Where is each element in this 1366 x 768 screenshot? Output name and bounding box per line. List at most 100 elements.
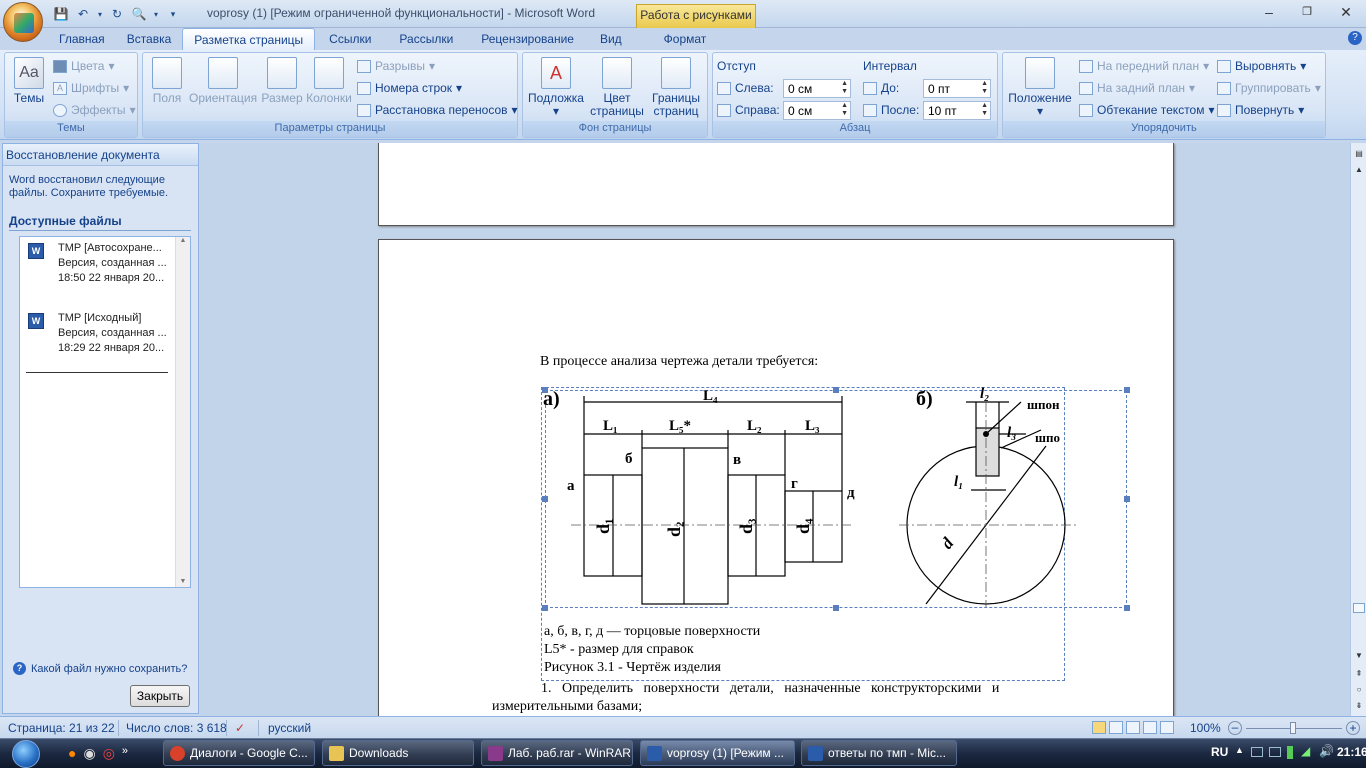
spin-arrows-icon[interactable]: ▲ ▼: [981, 80, 988, 96]
spacing-before-input[interactable]: 0 пт ▲ ▼: [923, 79, 991, 98]
resize-handle[interactable]: [1124, 496, 1130, 502]
office-button[interactable]: [3, 2, 43, 42]
breaks-button[interactable]: Разрывы ▾: [357, 59, 435, 73]
indent-left-input[interactable]: 0 см ▲ ▼: [783, 79, 851, 98]
select-browse-object-icon[interactable]: ○: [1352, 683, 1366, 697]
spin-arrows-icon[interactable]: ▲ ▼: [981, 102, 988, 118]
ruler-toggle-icon[interactable]: ▤: [1352, 147, 1366, 161]
display-icon[interactable]: [1269, 747, 1281, 757]
page-borders-button[interactable]: Границы страниц: [647, 57, 705, 118]
clock[interactable]: 21:16: [1337, 745, 1366, 759]
zoom-out-icon[interactable]: –: [1228, 721, 1242, 735]
resize-handle[interactable]: [833, 387, 839, 393]
zoom-in-icon[interactable]: +: [1346, 721, 1360, 735]
taskbar-item-chrome[interactable]: Диалоги - Google C...: [163, 740, 315, 766]
more-icon[interactable]: »: [122, 745, 128, 762]
tab-format[interactable]: Формат: [634, 28, 737, 50]
align-button[interactable]: Выровнять ▾: [1217, 59, 1306, 73]
scroll-down-icon[interactable]: ▼: [1352, 649, 1366, 663]
taskbar-item-word-otvety[interactable]: ответы по тмп - Mic...: [801, 740, 957, 766]
app-icon[interactable]: ◉: [83, 745, 95, 762]
line-numbers-button[interactable]: Номера строк ▾: [357, 81, 462, 95]
resize-handle[interactable]: [542, 605, 548, 611]
web-layout-view-icon[interactable]: [1126, 721, 1140, 734]
resize-handle[interactable]: [1124, 387, 1130, 393]
firefox-icon[interactable]: ●: [68, 745, 76, 762]
position-button[interactable]: Положение ▾: [1007, 57, 1073, 118]
close-pane-button[interactable]: Закрыть: [130, 685, 190, 707]
fonts-button[interactable]: A Шрифты ▾: [53, 81, 129, 95]
orientation-button[interactable]: Ориентация: [189, 57, 257, 105]
send-back-button[interactable]: На задний план ▾: [1079, 81, 1195, 95]
previous-page-icon[interactable]: ⇞: [1352, 667, 1366, 681]
recovery-file-item[interactable]: W TMP [Автосохране... Версия, созданная …: [28, 241, 176, 289]
minimize-button[interactable]: –: [1256, 3, 1282, 21]
customize-qat-icon[interactable]: ▾: [164, 5, 182, 23]
effects-button[interactable]: Эффекты ▾: [53, 103, 136, 117]
start-button[interactable]: [2, 739, 50, 768]
draft-view-icon[interactable]: [1160, 721, 1174, 734]
themes-button[interactable]: Aa Темы: [9, 57, 49, 105]
print-layout-view-icon[interactable]: [1092, 721, 1106, 734]
redo-icon[interactable]: ↻: [108, 5, 126, 23]
scroll-up-icon[interactable]: ▲: [176, 237, 190, 244]
text-wrap-button[interactable]: Обтекание текстом ▾: [1079, 103, 1215, 117]
which-file-help-link[interactable]: ? Какой файл нужно сохранить?: [13, 662, 187, 675]
network-icon[interactable]: [1251, 747, 1263, 757]
indent-right-input[interactable]: 0 см ▲ ▼: [783, 101, 851, 120]
input-language[interactable]: RU: [1211, 745, 1228, 759]
scroll-thumb[interactable]: [1353, 603, 1365, 613]
tray-expand-icon[interactable]: ▲: [1235, 745, 1244, 755]
outline-view-icon[interactable]: [1143, 721, 1157, 734]
hyphenation-button[interactable]: Расстановка переносов ▾: [357, 103, 518, 117]
zoom-slider-thumb[interactable]: [1290, 722, 1296, 734]
spacing-after-input[interactable]: 10 пт ▲ ▼: [923, 101, 991, 120]
scroll-down-icon[interactable]: ▼: [176, 578, 190, 585]
print-preview-dropdown-icon[interactable]: ▾: [152, 5, 160, 23]
spin-arrows-icon[interactable]: ▲ ▼: [841, 102, 848, 118]
zoom-level[interactable]: 100%: [1190, 721, 1221, 735]
tab-review[interactable]: Рецензирование: [467, 28, 588, 50]
tab-page-layout[interactable]: Разметка страницы: [182, 28, 316, 50]
recovery-file-item[interactable]: W TMP [Исходный] Версия, созданная ... 1…: [28, 311, 176, 359]
tab-references[interactable]: Ссылки: [315, 28, 385, 50]
taskbar-item-downloads[interactable]: Downloads: [322, 740, 474, 766]
resize-handle[interactable]: [542, 387, 548, 393]
wifi-icon[interactable]: ◢: [1301, 744, 1310, 758]
tab-home[interactable]: Главная: [48, 28, 116, 50]
watermark-button[interactable]: A Подложка ▾: [527, 57, 585, 118]
language-indicator[interactable]: русский: [268, 721, 311, 735]
resize-handle[interactable]: [1124, 605, 1130, 611]
vertical-scrollbar[interactable]: ▤ ▲ ▼ ⇞ ○ ⇟: [1350, 143, 1366, 716]
next-page-icon[interactable]: ⇟: [1352, 699, 1366, 713]
taskbar-item-word-voprosy[interactable]: voprosy (1) [Режим ...: [640, 740, 795, 766]
proofing-icon[interactable]: ✓: [235, 721, 245, 735]
resize-handle[interactable]: [542, 496, 548, 502]
volume-icon[interactable]: 🔊: [1319, 744, 1334, 758]
file-list-scrollbar[interactable]: ▲ ▼: [175, 237, 190, 587]
page-color-button[interactable]: Цветстраницы ▾: [589, 57, 645, 131]
scroll-up-icon[interactable]: ▲: [1352, 163, 1366, 177]
tab-mailings[interactable]: Рассылки: [385, 28, 467, 50]
undo-dropdown-icon[interactable]: ▾: [96, 5, 104, 23]
print-preview-icon[interactable]: 🔍: [130, 5, 148, 23]
chrome-icon[interactable]: ◎: [103, 745, 115, 762]
full-screen-view-icon[interactable]: [1109, 721, 1123, 734]
resize-handle[interactable]: [833, 605, 839, 611]
battery-icon[interactable]: [1287, 746, 1293, 759]
tab-view[interactable]: Вид: [588, 28, 634, 50]
columns-button[interactable]: Колонки: [305, 57, 353, 105]
help-icon[interactable]: ?: [1348, 31, 1362, 45]
save-icon[interactable]: 💾: [52, 5, 70, 23]
rotate-button[interactable]: Повернуть ▾: [1217, 103, 1304, 117]
word-count[interactable]: Число слов: 3 618: [126, 721, 227, 735]
bring-front-button[interactable]: На передний план ▾: [1079, 59, 1209, 73]
colors-button[interactable]: Цвета ▾: [53, 59, 114, 73]
undo-icon[interactable]: ↶: [74, 5, 92, 23]
tab-insert[interactable]: Вставка: [116, 28, 183, 50]
margins-button[interactable]: Поля: [147, 57, 187, 105]
maximize-button[interactable]: ❐: [1294, 3, 1320, 21]
page-count[interactable]: Страница: 21 из 22: [8, 721, 115, 735]
group-objects-button[interactable]: Группировать ▾: [1217, 81, 1321, 95]
spin-arrows-icon[interactable]: ▲ ▼: [841, 80, 848, 96]
